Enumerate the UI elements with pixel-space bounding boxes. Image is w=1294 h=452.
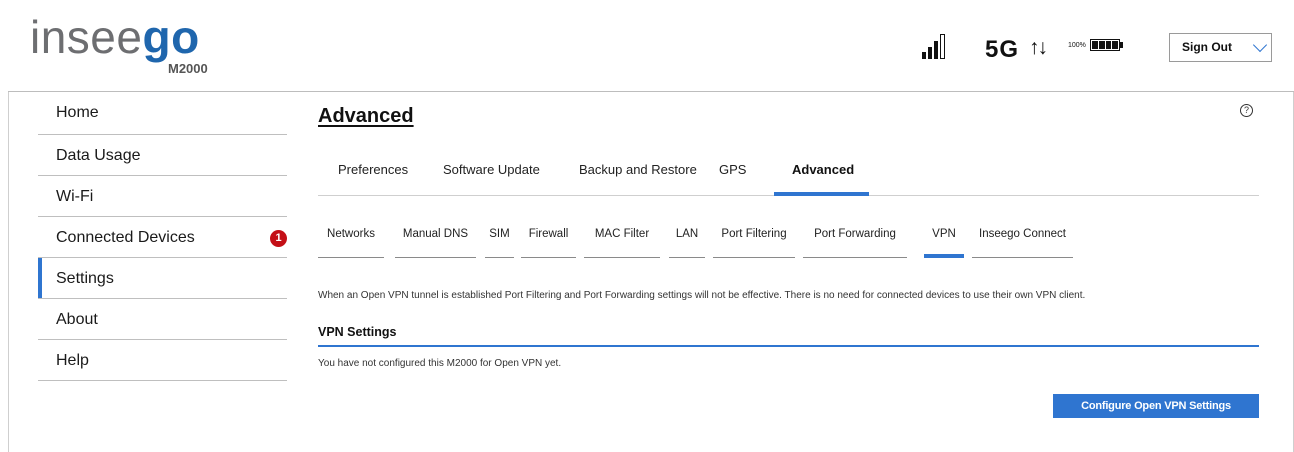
sidebar-item-label: Help bbox=[56, 352, 89, 369]
page-title: Advanced bbox=[318, 105, 414, 127]
subtab-lan[interactable]: LAN bbox=[669, 228, 705, 258]
tab-advanced[interactable]: Advanced bbox=[792, 162, 854, 177]
subtab-vpn[interactable]: VPN bbox=[924, 228, 964, 258]
logo-prefix: insee bbox=[30, 11, 143, 63]
tab-preferences[interactable]: Preferences bbox=[338, 162, 408, 177]
battery-tip bbox=[1120, 42, 1123, 48]
tab-gps[interactable]: GPS bbox=[719, 162, 746, 177]
inseego-logo[interactable]: inseego bbox=[30, 10, 200, 64]
subtab-port-forwarding[interactable]: Port Forwarding bbox=[803, 228, 907, 258]
section-divider bbox=[318, 345, 1259, 347]
sidebar-item-about[interactable]: About bbox=[38, 299, 287, 340]
help-icon[interactable]: ? bbox=[1240, 104, 1253, 117]
subtab-inseego-connect[interactable]: Inseego Connect bbox=[972, 228, 1073, 258]
subtab-networks[interactable]: Networks bbox=[318, 228, 384, 258]
sidebar-item-label: Connected Devices bbox=[56, 229, 195, 246]
subtab-port-filtering[interactable]: Port Filtering bbox=[713, 228, 795, 258]
network-type: 5G bbox=[985, 36, 1020, 63]
subtab-firewall[interactable]: Firewall bbox=[521, 228, 576, 258]
vpn-info-note: When an Open VPN tunnel is established P… bbox=[318, 290, 1086, 301]
signout-dropdown[interactable]: Sign Out bbox=[1169, 33, 1272, 62]
sidebar-item-help[interactable]: Help bbox=[38, 340, 287, 381]
device-model: M2000 bbox=[168, 61, 208, 76]
settings-tabs: Preferences Software Update Backup and R… bbox=[318, 150, 1259, 196]
subtab-sim[interactable]: SIM bbox=[485, 228, 514, 258]
configure-vpn-button[interactable]: Configure Open VPN Settings bbox=[1053, 394, 1259, 418]
battery-percent: 100% bbox=[1068, 42, 1086, 49]
chevron-down-icon bbox=[1252, 37, 1268, 53]
tab-software-update[interactable]: Software Update bbox=[443, 162, 540, 177]
advanced-subtabs: Networks Manual DNS SIM Firewall MAC Fil… bbox=[318, 222, 1259, 258]
vpn-status-text: You have not configured this M2000 for O… bbox=[318, 358, 562, 369]
logo-suffix: go bbox=[142, 11, 200, 63]
notification-badge: 1 bbox=[270, 230, 287, 247]
section-title: VPN Settings bbox=[318, 325, 397, 339]
sidebar-item-data-usage[interactable]: Data Usage bbox=[38, 135, 287, 176]
signal-bars-icon bbox=[922, 33, 948, 59]
subtab-manual-dns[interactable]: Manual DNS bbox=[395, 228, 476, 258]
sidebar-item-settings[interactable]: Settings bbox=[38, 258, 287, 299]
subtab-mac-filter[interactable]: MAC Filter bbox=[584, 228, 660, 258]
sidebar-item-home[interactable]: Home bbox=[38, 92, 287, 135]
data-transfer-icon: ↑↓ bbox=[1029, 36, 1048, 59]
active-tab-indicator bbox=[774, 192, 869, 196]
sidebar-item-wifi[interactable]: Wi-Fi bbox=[38, 176, 287, 217]
sidebar-item-label: Home bbox=[56, 104, 99, 121]
sidebar-nav: Home Data Usage Wi-Fi Connected Devices 1… bbox=[38, 92, 287, 381]
signout-label: Sign Out bbox=[1182, 40, 1232, 54]
sidebar-item-label: About bbox=[56, 311, 98, 328]
sidebar-item-label: Data Usage bbox=[56, 147, 141, 164]
battery-full-icon bbox=[1090, 39, 1120, 51]
sidebar-item-label: Settings bbox=[56, 270, 114, 287]
sidebar-item-label: Wi-Fi bbox=[56, 188, 94, 205]
tab-backup-restore[interactable]: Backup and Restore bbox=[579, 162, 697, 177]
sidebar-item-connected-devices[interactable]: Connected Devices 1 bbox=[38, 217, 287, 258]
